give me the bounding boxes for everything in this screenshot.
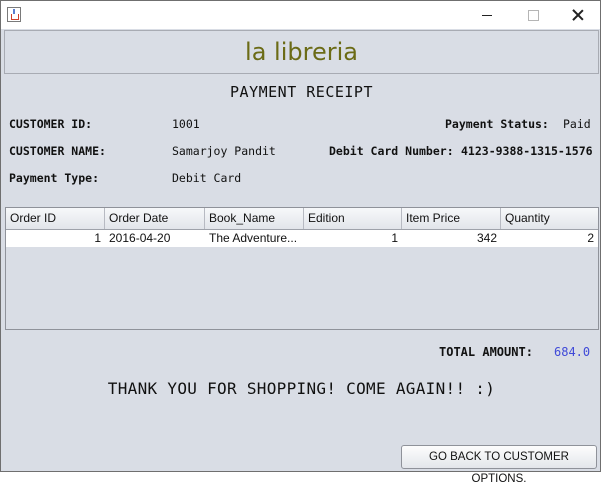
receipt-window: la libreria PAYMENT RECEIPT CUSTOMER ID:… [0, 0, 601, 485]
column-header-order-id[interactable]: Order ID [6, 208, 105, 229]
customer-name-label: CUSTOMER NAME: [9, 144, 106, 158]
card-number-label: Debit Card Number: [329, 144, 454, 158]
brand-title: la libreria [245, 38, 358, 66]
payment-status-label: Payment Status: [445, 117, 549, 131]
title-bar [1, 1, 600, 29]
maximize-icon [527, 9, 539, 21]
table-row[interactable]: 1 2016-04-20 The Adventure... 1 342 2 [6, 230, 598, 247]
back-to-customer-options-button[interactable]: GO BACK TO CUSTOMER OPTIONS. [401, 445, 597, 485]
customer-id-label: CUSTOMER ID: [9, 117, 93, 131]
minimize-icon [482, 14, 492, 16]
close-icon [572, 9, 584, 21]
customer-name-value: Samarjoy Pandit [172, 144, 276, 158]
column-header-book-name[interactable]: Book_Name [205, 208, 304, 229]
java-cup-icon [7, 7, 21, 22]
column-header-edition[interactable]: Edition [304, 208, 402, 229]
payment-type-value: Debit Card [172, 171, 242, 185]
cell-order-id: 1 [94, 231, 101, 245]
cell-book-name: The Adventure... [209, 231, 298, 245]
payment-status-value: Paid [563, 117, 591, 131]
column-header-quantity[interactable]: Quantity [501, 208, 598, 229]
receipt-title: PAYMENT RECEIPT [230, 83, 373, 101]
total-amount-label: TOTAL AMOUNT: [439, 345, 533, 359]
card-number-value: 4123-9388-1315-1576 [461, 144, 593, 158]
cell-order-date: 2016-04-20 [109, 231, 171, 245]
orders-table[interactable]: Order ID Order Date Book_Name Edition It… [5, 207, 599, 330]
cell-edition: 1 [391, 231, 398, 245]
column-header-item-price[interactable]: Item Price [402, 208, 501, 229]
column-header-order-date[interactable]: Order Date [105, 208, 205, 229]
table-header: Order ID Order Date Book_Name Edition It… [6, 208, 598, 230]
close-button[interactable] [555, 1, 601, 29]
total-amount-value: 684.0 [554, 345, 591, 359]
brand-header: la libreria [4, 30, 599, 74]
cell-item-price: 342 [476, 231, 497, 245]
customer-id-value: 1001 [172, 117, 200, 131]
cell-quantity: 2 [587, 231, 594, 245]
thank-you-message: THANK YOU FOR SHOPPING! COME AGAIN!! :) [107, 379, 496, 398]
payment-type-label: Payment Type: [9, 171, 100, 185]
maximize-button[interactable] [510, 1, 556, 29]
minimize-button[interactable] [464, 1, 510, 29]
